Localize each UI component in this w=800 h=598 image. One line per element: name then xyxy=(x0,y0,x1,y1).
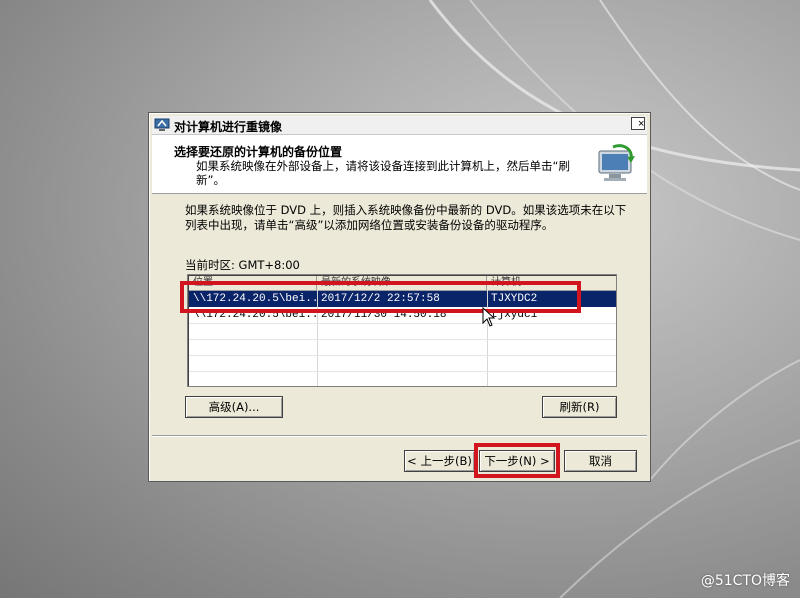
column-header-computer[interactable]: 计算机 xyxy=(487,276,616,290)
list-header: 位置 最新的系统映像 计算机 xyxy=(189,276,616,291)
timezone-label: 当前时区: GMT+8:00 xyxy=(185,258,300,272)
backup-location-list[interactable]: 位置 最新的系统映像 计算机 \\172.24.20.5\bei... 2017… xyxy=(187,274,617,387)
footer-separator xyxy=(152,435,647,437)
window-title: 对计算机进行重镜像 xyxy=(174,120,283,134)
wizard-header: 选择要还原的计算机的备份位置 如果系统映像在外部设备上，请将该设备连接到此计算机… xyxy=(152,135,647,194)
computer-backup-icon xyxy=(598,144,635,181)
title-bar: 对计算机进行重镜像 × xyxy=(152,116,647,135)
header-title: 选择要还原的计算机的备份位置 xyxy=(174,145,343,159)
computer-restore-icon xyxy=(154,118,170,131)
grid-line xyxy=(189,339,616,340)
column-header-latest-image[interactable]: 最新的系统映像 xyxy=(317,276,487,290)
advanced-button[interactable]: 高级(A)... xyxy=(185,396,283,418)
close-button[interactable]: × xyxy=(631,117,645,130)
cell-date: 2017/11/30 14:50:18 xyxy=(321,309,447,321)
next-button[interactable]: 下一步(N) > xyxy=(479,450,555,472)
back-button[interactable]: < 上一步(B) xyxy=(404,450,475,472)
watermark-text: @51CTO博客 xyxy=(700,573,790,589)
mouse-cursor-icon xyxy=(482,307,496,327)
reimage-dialog: 对计算机进行重镜像 × 选择要还原的计算机的备份位置 如果系统映像在外部设备上，… xyxy=(148,112,651,482)
cell-date: 2017/12/2 22:57:58 xyxy=(321,293,440,305)
instruction-text: 如果系统映像位于 DVD 上，则插入系统映像备份中最新的 DVD。如果该选项未在… xyxy=(185,203,627,232)
grid-line xyxy=(189,355,616,356)
column-header-location[interactable]: 位置 xyxy=(189,276,317,290)
refresh-button[interactable]: 刷新(R) xyxy=(542,396,617,418)
table-row[interactable]: \\172.24.20.5\bei... 2017/11/30 14:50:18… xyxy=(189,307,616,323)
header-description: 如果系统映像在外部设备上，请将该设备连接到此计算机上，然后单击“刷新”。 xyxy=(196,159,570,187)
cancel-button[interactable]: 取消 xyxy=(564,450,637,472)
grid-line xyxy=(189,371,616,372)
table-row[interactable]: \\172.24.20.5\bei... 2017/12/2 22:57:58 … xyxy=(189,291,616,307)
cell-location: \\172.24.20.5\bei... xyxy=(193,293,317,305)
cell-computer: TJXYDC2 xyxy=(491,293,538,305)
cell-computer: tjxydc1 xyxy=(491,309,538,321)
cell-location: \\172.24.20.5\bei... xyxy=(193,309,317,321)
grid-line xyxy=(189,323,616,324)
